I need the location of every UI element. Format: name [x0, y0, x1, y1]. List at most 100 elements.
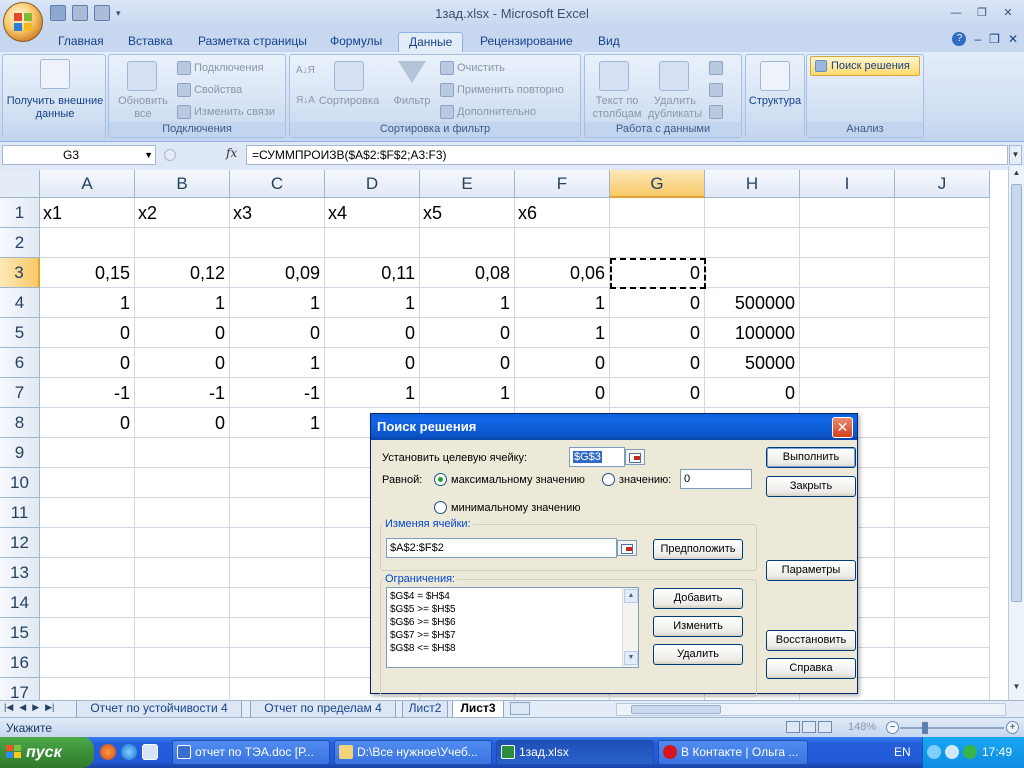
- row-header-6[interactable]: 6: [0, 348, 40, 378]
- scroll-down-icon[interactable]: ▼: [1011, 682, 1022, 696]
- constraint-item[interactable]: $G$7 >= $H$7: [390, 629, 456, 642]
- consolidate-button[interactable]: [709, 83, 726, 97]
- cell-b5[interactable]: 0: [135, 318, 230, 348]
- cell-a8[interactable]: 0: [40, 408, 135, 438]
- min-radio[interactable]: [434, 501, 447, 514]
- cell-h2[interactable]: [705, 228, 800, 258]
- insert-sheet-icon[interactable]: [510, 702, 530, 715]
- connections-button[interactable]: Подключения: [177, 61, 264, 75]
- cell-f2[interactable]: [515, 228, 610, 258]
- cell-j4[interactable]: [895, 288, 990, 318]
- cell-j10[interactable]: [895, 468, 990, 498]
- row-header-10[interactable]: 10: [0, 468, 40, 498]
- properties-button[interactable]: Свойства: [177, 83, 242, 97]
- change-constraint-button[interactable]: Изменить: [653, 616, 743, 637]
- row-header-16[interactable]: 16: [0, 648, 40, 678]
- cell-b11[interactable]: [135, 498, 230, 528]
- target-cell-input[interactable]: $G$3: [569, 447, 625, 467]
- cell-a14[interactable]: [40, 588, 135, 618]
- dialog-close-icon[interactable]: ✕: [832, 417, 853, 438]
- sheet-tab-list2[interactable]: Лист2: [402, 701, 448, 717]
- column-header-a[interactable]: A: [40, 170, 135, 198]
- cell-e4[interactable]: 1: [420, 288, 515, 318]
- cell-c5[interactable]: 0: [230, 318, 325, 348]
- constraint-item[interactable]: $G$5 >= $H$5: [390, 603, 456, 616]
- cell-a4[interactable]: 1: [40, 288, 135, 318]
- insert-function-button[interactable]: fx: [226, 146, 237, 160]
- cell-i4[interactable]: [800, 288, 895, 318]
- cell-b14[interactable]: [135, 588, 230, 618]
- cell-h1[interactable]: [705, 198, 800, 228]
- cell-g6[interactable]: 0: [610, 348, 705, 378]
- solve-button[interactable]: Выполнить: [766, 447, 856, 468]
- cell-a3[interactable]: 0,15: [40, 258, 135, 288]
- cell-j1[interactable]: [895, 198, 990, 228]
- cell-a1[interactable]: x1: [40, 198, 135, 228]
- cell-g7[interactable]: 0: [610, 378, 705, 408]
- start-button[interactable]: пуск: [0, 737, 94, 768]
- cell-c10[interactable]: [230, 468, 325, 498]
- help-icon[interactable]: ?: [952, 32, 967, 46]
- tab-formulas[interactable]: Формулы: [320, 32, 392, 52]
- prev-sheet-icon[interactable]: ◀: [19, 702, 26, 713]
- cell-d6[interactable]: 0: [325, 348, 420, 378]
- row-header-8[interactable]: 8: [0, 408, 40, 438]
- cell-a11[interactable]: [40, 498, 135, 528]
- cell-h3[interactable]: [705, 258, 800, 288]
- cell-b3[interactable]: 0,12: [135, 258, 230, 288]
- cell-i7[interactable]: [800, 378, 895, 408]
- constraint-item[interactable]: $G$6 >= $H$6: [390, 616, 456, 629]
- value-radio[interactable]: [602, 473, 615, 486]
- sheet-tab-list3[interactable]: Лист3: [452, 701, 504, 717]
- edit-links-button[interactable]: Изменить связи: [177, 105, 275, 119]
- cell-d5[interactable]: 0: [325, 318, 420, 348]
- zoom-slider[interactable]: − +: [886, 721, 1020, 735]
- cell-c9[interactable]: [230, 438, 325, 468]
- row-header-9[interactable]: 9: [0, 438, 40, 468]
- cell-b9[interactable]: [135, 438, 230, 468]
- cell-j15[interactable]: [895, 618, 990, 648]
- cell-j5[interactable]: [895, 318, 990, 348]
- active-cell-g3[interactable]: [610, 258, 706, 289]
- cell-f4[interactable]: 1: [515, 288, 610, 318]
- cell-d3[interactable]: 0,11: [325, 258, 420, 288]
- row-header-14[interactable]: 14: [0, 588, 40, 618]
- cell-c8[interactable]: 1: [230, 408, 325, 438]
- cell-a9[interactable]: [40, 438, 135, 468]
- tab-data[interactable]: Данные: [398, 32, 464, 52]
- cell-e7[interactable]: 1: [420, 378, 515, 408]
- cell-a5[interactable]: 0: [40, 318, 135, 348]
- cell-c6[interactable]: 1: [230, 348, 325, 378]
- office-button[interactable]: [3, 2, 43, 42]
- add-constraint-button[interactable]: Добавить: [653, 588, 743, 609]
- first-sheet-icon[interactable]: |◀: [4, 702, 13, 713]
- cell-i5[interactable]: [800, 318, 895, 348]
- cell-c3[interactable]: 0,09: [230, 258, 325, 288]
- last-sheet-icon[interactable]: ▶|: [45, 702, 54, 713]
- cell-c17[interactable]: [230, 678, 325, 700]
- text-to-columns-button[interactable]: Текст по столбцам: [589, 95, 645, 121]
- cell-b8[interactable]: 0: [135, 408, 230, 438]
- constraint-item[interactable]: $G$8 <= $H$8: [390, 642, 456, 655]
- cell-a10[interactable]: [40, 468, 135, 498]
- vertical-scrollbar[interactable]: ▲ ▼: [1008, 166, 1024, 700]
- cell-a17[interactable]: [40, 678, 135, 700]
- media-icon[interactable]: [100, 744, 116, 760]
- cell-e5[interactable]: 0: [420, 318, 515, 348]
- column-header-g[interactable]: G: [610, 170, 705, 198]
- row-header-4[interactable]: 4: [0, 288, 40, 318]
- cell-c13[interactable]: [230, 558, 325, 588]
- close-button[interactable]: Закрыть: [766, 476, 856, 497]
- close-window-icon[interactable]: ✕: [996, 4, 1020, 22]
- filter-button[interactable]: Фильтр: [388, 95, 436, 108]
- cell-b6[interactable]: 0: [135, 348, 230, 378]
- cell-f7[interactable]: 0: [515, 378, 610, 408]
- language-indicator[interactable]: EN: [894, 745, 911, 759]
- column-header-f[interactable]: F: [515, 170, 610, 198]
- tab-review[interactable]: Рецензирование: [470, 32, 583, 52]
- cell-d2[interactable]: [325, 228, 420, 258]
- cell-b1[interactable]: x2: [135, 198, 230, 228]
- scroll-up-icon[interactable]: ▲: [1011, 168, 1022, 182]
- row-header-15[interactable]: 15: [0, 618, 40, 648]
- clear-button[interactable]: Очистить: [440, 61, 505, 75]
